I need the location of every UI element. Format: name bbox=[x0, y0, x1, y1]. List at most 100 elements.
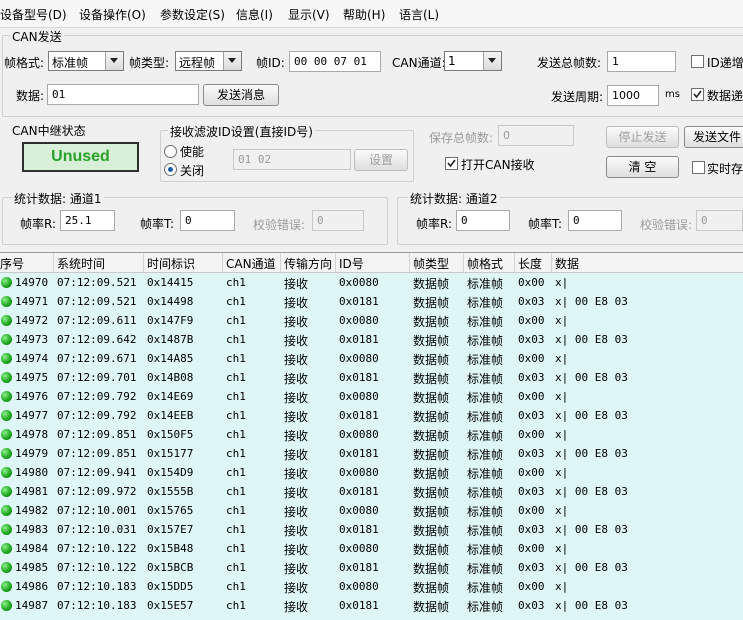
cell-timestamp: 0x14EEB bbox=[147, 409, 194, 422]
table-row[interactable]: 14982 07:12:10.001 0x15765 ch1 接收 0x0080 数据帧 标准… bbox=[0, 501, 743, 520]
cell-direction: 接收 bbox=[284, 486, 309, 500]
table-row[interactable]: 14986 07:12:10.183 0x15DD5 ch1 接收 0x0080 数据帧 标准… bbox=[0, 577, 743, 596]
cell-data: x| 00 E8 03 bbox=[555, 523, 628, 536]
stop-send-button[interactable]: 停止发送 bbox=[606, 126, 679, 148]
cell-frame-format: 标准帧 bbox=[467, 505, 504, 519]
stats1-rate-t-label: 帧率T: bbox=[140, 217, 175, 231]
column-header-system-time[interactable]: 系统时间 bbox=[57, 255, 105, 272]
realtime-save-checkbox[interactable] bbox=[692, 161, 705, 174]
cell-system-time: 07:12:10.122 bbox=[57, 561, 137, 574]
column-header-can-channel[interactable]: CAN通道 bbox=[226, 255, 276, 272]
stats1-error-input[interactable]: 0 bbox=[312, 210, 364, 231]
data-increment-checkbox[interactable] bbox=[691, 88, 704, 101]
stats1-rate-t-input[interactable]: 0 bbox=[180, 210, 235, 231]
cell-frame-type: 数据帧 bbox=[413, 600, 450, 614]
filter-set-button[interactable]: 设置 bbox=[354, 149, 408, 171]
stats-channel2-legend: 统计数据: 通道2 bbox=[408, 190, 500, 207]
cell-timestamp: 0x150F5 bbox=[147, 428, 194, 441]
column-header-length[interactable]: 长度 bbox=[518, 255, 542, 272]
filter-enable-radio[interactable] bbox=[164, 145, 177, 158]
table-row[interactable]: 14972 07:12:09.611 0x147F9 ch1 接收 0x0080 数据帧 标准… bbox=[0, 311, 743, 330]
table-row[interactable]: 14974 07:12:09.671 0x14A85 ch1 接收 0x0080 数据帧 标准… bbox=[0, 349, 743, 368]
clear-button[interactable]: 清 空 bbox=[606, 156, 679, 178]
cell-frame-type: 数据帧 bbox=[413, 391, 450, 405]
cell-length: 0x03 bbox=[518, 599, 545, 612]
table-row[interactable]: 14981 07:12:09.972 0x1555B ch1 接收 0x0181 数据帧 标准… bbox=[0, 482, 743, 501]
cell-timestamp: 0x157E7 bbox=[147, 523, 194, 536]
table-row[interactable]: 14980 07:12:09.941 0x154D9 ch1 接收 0x0080 数据帧 标准… bbox=[0, 463, 743, 482]
cell-direction: 接收 bbox=[284, 467, 309, 481]
menu-language[interactable]: 语言(L) bbox=[399, 6, 439, 23]
table-row[interactable]: 14977 07:12:09.792 0x14EEB ch1 接收 0x0181 数据帧 标准… bbox=[0, 406, 743, 425]
status-led-icon bbox=[1, 505, 12, 516]
cell-data: x| bbox=[555, 504, 569, 517]
chevron-down-icon[interactable] bbox=[105, 52, 123, 70]
filter-disable-radio[interactable] bbox=[164, 163, 177, 176]
filter-enable-label: 使能 bbox=[180, 145, 205, 159]
table-row[interactable]: 14987 07:12:10.183 0x15E57 ch1 接收 0x0181 数据帧 标准… bbox=[0, 596, 743, 615]
stats1-error-value: 0 bbox=[317, 214, 324, 227]
chevron-down-icon[interactable] bbox=[223, 52, 241, 70]
cell-direction: 接收 bbox=[284, 315, 309, 329]
cell-id: 0x0181 bbox=[339, 409, 379, 422]
table-row[interactable]: 14983 07:12:10.031 0x157E7 ch1 接收 0x0181 数据帧 标准… bbox=[0, 520, 743, 539]
send-period-label: 发送周期: bbox=[551, 90, 604, 104]
menu-info[interactable]: 信息(I) bbox=[236, 6, 273, 23]
chevron-down-icon[interactable] bbox=[483, 52, 501, 70]
table-row[interactable]: 14971 07:12:09.521 0x14498 ch1 接收 0x0181 数据帧 标准… bbox=[0, 292, 743, 311]
id-increment-checkbox[interactable] bbox=[691, 55, 704, 68]
menu-help[interactable]: 帮助(H) bbox=[343, 6, 385, 23]
frame-id-input[interactable]: 00 00 07 01 bbox=[289, 51, 381, 72]
column-header-frame-format[interactable]: 帧格式 bbox=[467, 255, 503, 272]
cell-can-channel: ch1 bbox=[226, 599, 246, 612]
can-channel-select[interactable]: 1 bbox=[444, 51, 502, 71]
column-header-data[interactable]: 数据 bbox=[555, 255, 579, 272]
table-row[interactable]: 14978 07:12:09.851 0x150F5 ch1 接收 0x0080 数据帧 标准… bbox=[0, 425, 743, 444]
cell-frame-type: 数据帧 bbox=[413, 505, 450, 519]
menu-parameter-settings[interactable]: 参数设定(S) bbox=[160, 6, 225, 23]
table-row[interactable]: 14984 07:12:10.122 0x15B48 ch1 接收 0x0080 数据帧 标准… bbox=[0, 539, 743, 558]
can-send-legend: CAN发送 bbox=[10, 28, 64, 45]
cell-timestamp: 0x14A85 bbox=[147, 352, 194, 365]
save-total-input[interactable]: 0 bbox=[498, 125, 574, 146]
cell-length: 0x03 bbox=[518, 409, 545, 422]
stats2-rate-t-input[interactable]: 0 bbox=[568, 210, 622, 231]
cell-index: 14984 bbox=[15, 542, 49, 555]
stats1-rate-r-input[interactable]: 25.1 bbox=[60, 210, 115, 231]
cell-data: x| 00 E8 03 bbox=[555, 409, 628, 422]
total-frames-input[interactable]: 1 bbox=[607, 51, 676, 72]
table-row[interactable]: 14975 07:12:09.701 0x14B08 ch1 接收 0x0181 数据帧 标准… bbox=[0, 368, 743, 387]
relay-status-text: Unused bbox=[51, 148, 110, 165]
frame-format-select[interactable]: 标准帧 bbox=[48, 51, 124, 71]
column-header-timestamp[interactable]: 时间标识 bbox=[147, 255, 195, 272]
send-message-button[interactable]: 发送消息 bbox=[203, 84, 279, 106]
cell-frame-type: 数据帧 bbox=[413, 448, 450, 462]
menu-display[interactable]: 显示(V) bbox=[288, 6, 330, 23]
column-header-id[interactable]: ID号 bbox=[339, 255, 364, 272]
cell-id: 0x0181 bbox=[339, 447, 379, 460]
column-header-index[interactable]: 序号 bbox=[0, 255, 24, 272]
status-led-icon bbox=[1, 277, 12, 288]
cell-can-channel: ch1 bbox=[226, 276, 246, 289]
data-input[interactable]: 01 bbox=[47, 84, 199, 105]
table-row[interactable]: 14973 07:12:09.642 0x1487B ch1 接收 0x0181 数据帧 标准… bbox=[0, 330, 743, 349]
send-file-button[interactable]: 发送文件 bbox=[684, 126, 743, 148]
table-row[interactable]: 14970 07:12:09.521 0x14415 ch1 接收 0x0080 数据帧 标准… bbox=[0, 273, 743, 292]
filter-id-input[interactable]: 01 02 bbox=[233, 149, 351, 170]
table-row[interactable]: 14985 07:12:10.122 0x15BCB ch1 接收 0x0181 数据帧 标准… bbox=[0, 558, 743, 577]
table-row[interactable]: 14979 07:12:09.851 0x15177 ch1 接收 0x0181 数据帧 标准… bbox=[0, 444, 743, 463]
table-row[interactable]: 14976 07:12:09.792 0x14E69 ch1 接收 0x0080 数据帧 标准… bbox=[0, 387, 743, 406]
cell-length: 0x03 bbox=[518, 333, 545, 346]
menu-device-model[interactable]: 设备型号(D) bbox=[0, 6, 67, 23]
column-header-direction[interactable]: 传输方向 bbox=[284, 255, 332, 272]
send-period-input[interactable]: 1000 bbox=[607, 85, 659, 106]
menu-device-operation[interactable]: 设备操作(O) bbox=[79, 6, 146, 23]
stats2-error-input[interactable]: 0 bbox=[696, 210, 743, 231]
column-header-frame-type[interactable]: 帧类型 bbox=[413, 255, 449, 272]
cell-data: x| bbox=[555, 428, 569, 441]
cell-direction: 接收 bbox=[284, 391, 309, 405]
can-channel-value: 1 bbox=[448, 54, 456, 68]
stats2-rate-r-input[interactable]: 0 bbox=[456, 210, 510, 231]
open-can-receive-checkbox[interactable] bbox=[445, 157, 458, 170]
frame-type-select[interactable]: 远程帧 bbox=[175, 51, 242, 71]
